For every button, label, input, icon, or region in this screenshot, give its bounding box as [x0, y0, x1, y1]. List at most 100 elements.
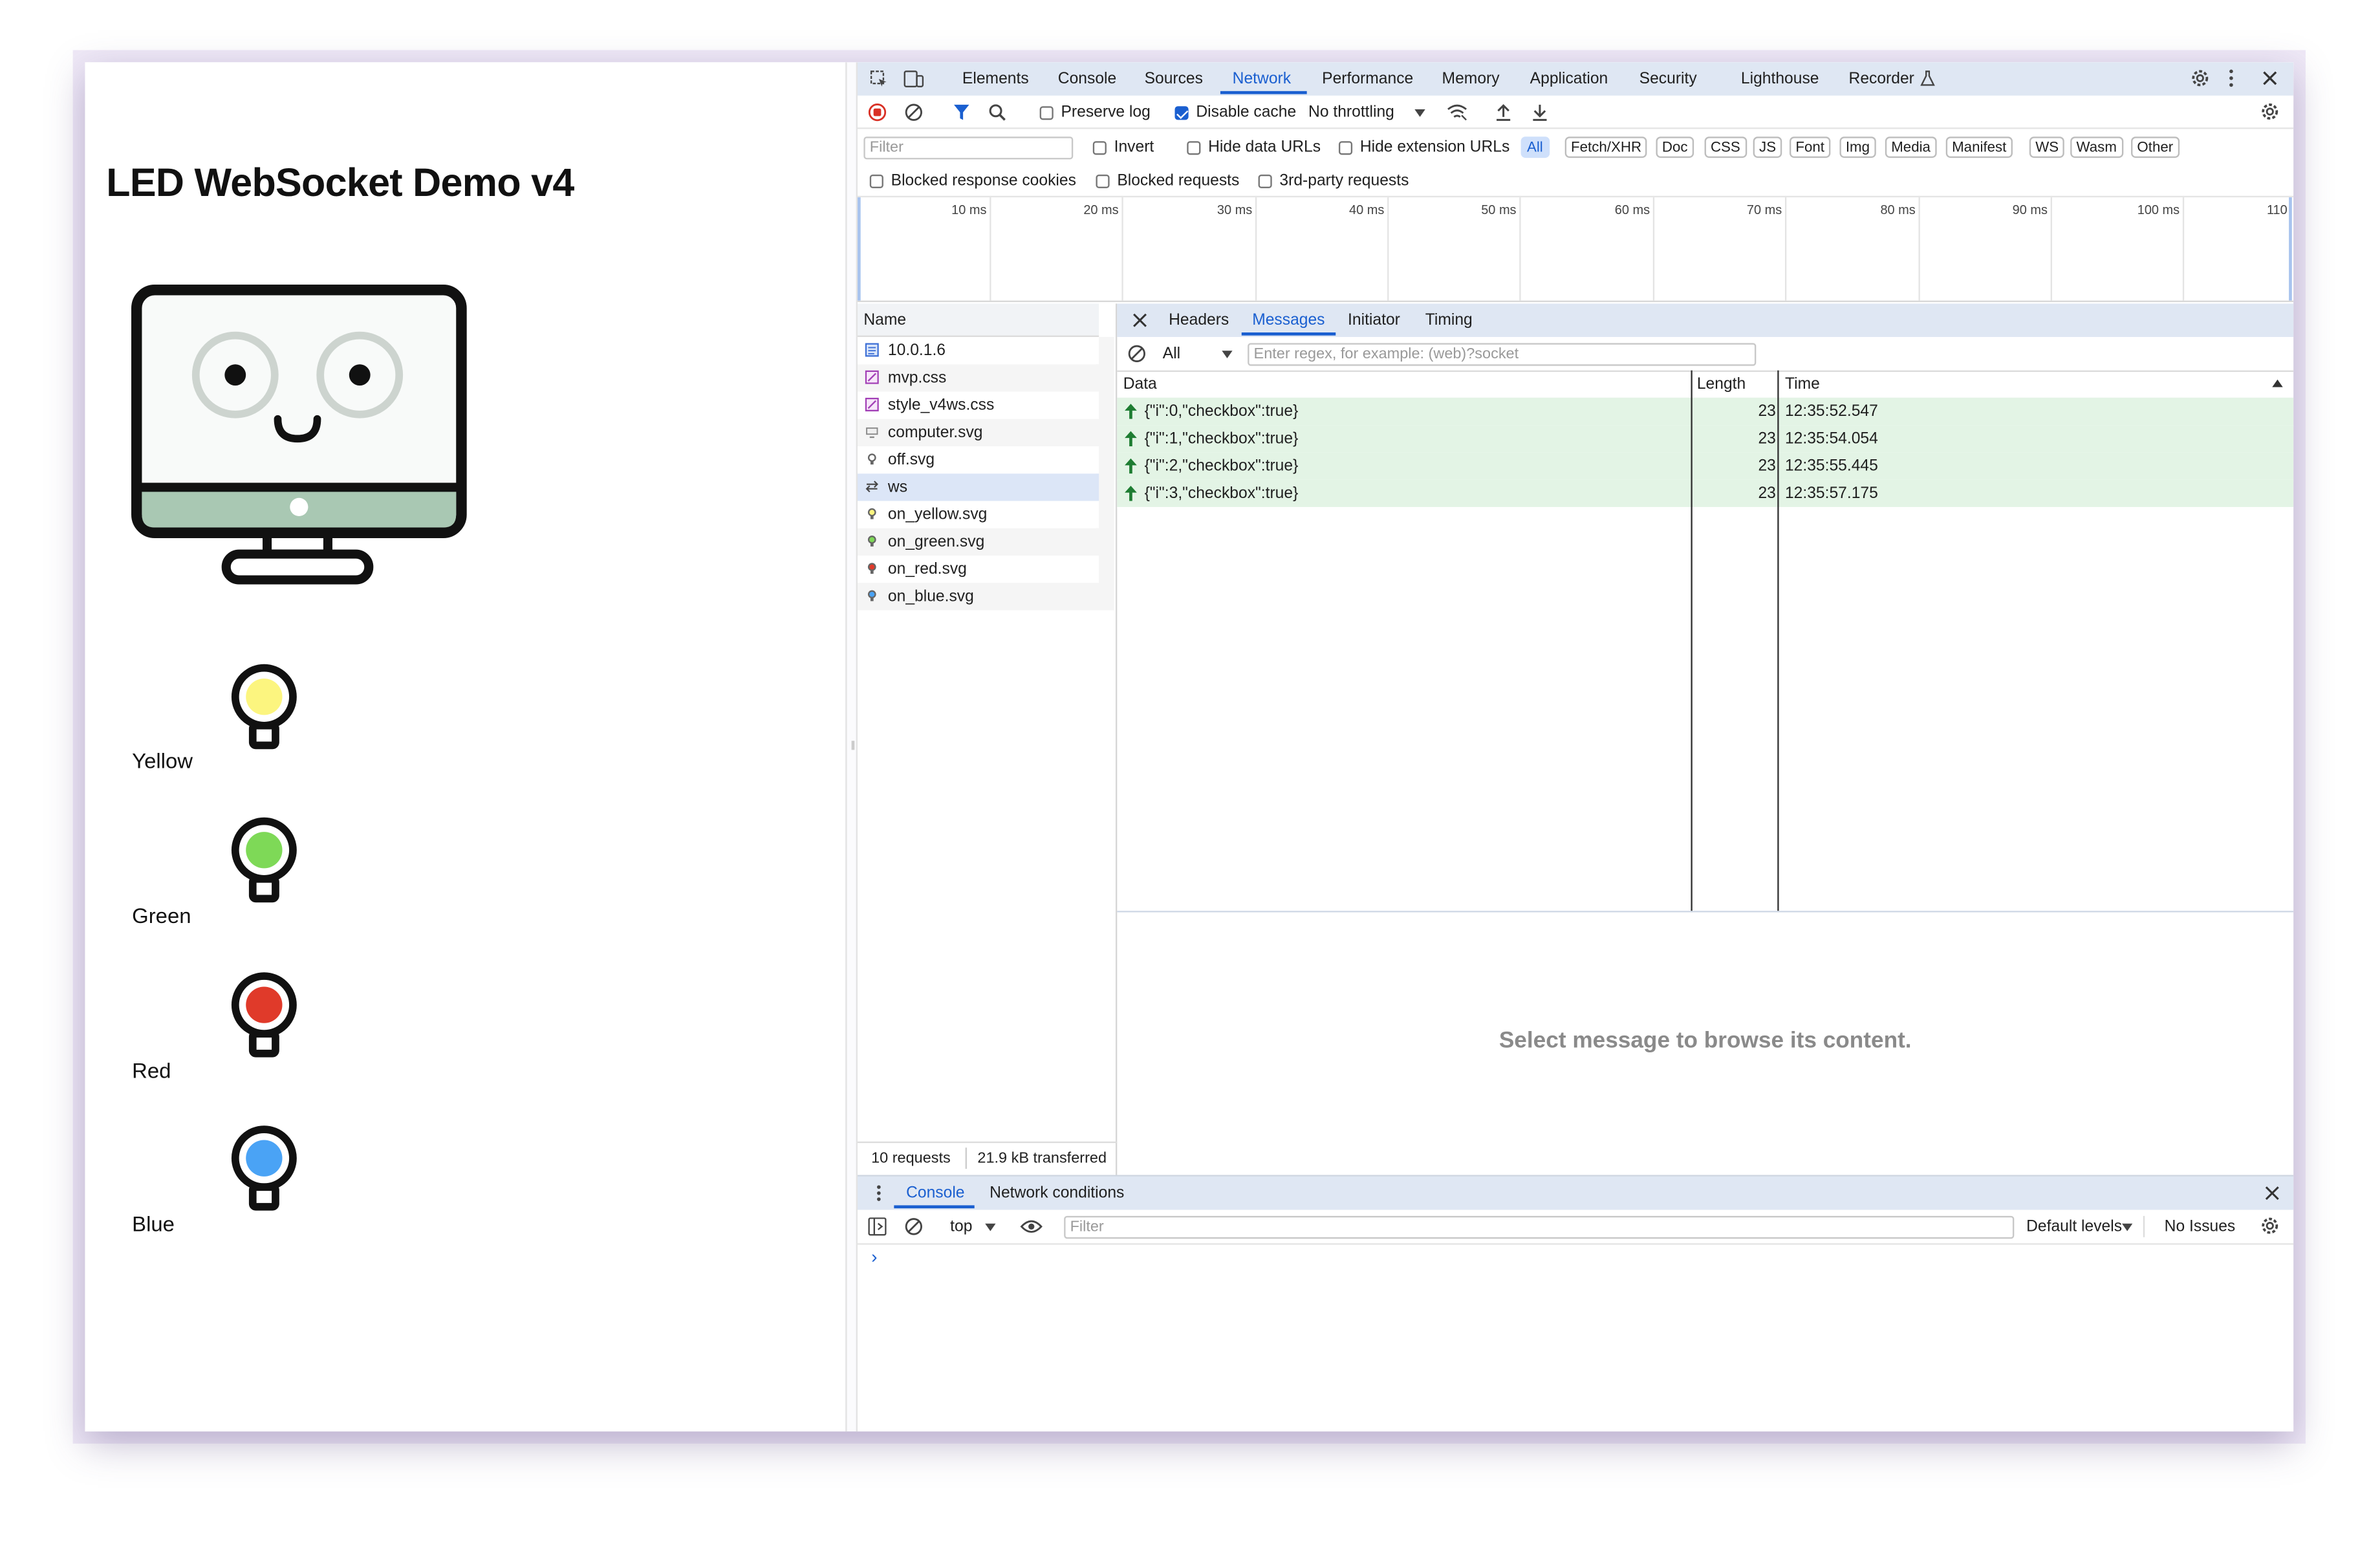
type-filter-img[interactable]: Img: [1839, 136, 1876, 158]
length-column-header[interactable]: Length: [1697, 375, 1746, 393]
clear-icon[interactable]: [905, 103, 923, 122]
devtools-splitter[interactable]: [845, 62, 858, 1432]
close-devtools-icon[interactable]: [2262, 70, 2278, 87]
console-prompt[interactable]: ›: [871, 1246, 877, 1268]
tab-security[interactable]: Security: [1639, 70, 1697, 88]
request-row-selected[interactable]: ws: [857, 473, 1099, 501]
blocked-cookies-checkbox[interactable]: [869, 174, 883, 189]
message-row[interactable]: {"i":2,"checkbox":true} 23 12:35:55.445: [1117, 452, 2294, 481]
type-filter-js[interactable]: JS: [1753, 136, 1782, 158]
request-row[interactable]: computer.svg: [857, 418, 1099, 446]
type-filter-wasm[interactable]: Wasm: [2070, 136, 2123, 158]
settings-gear-icon[interactable]: [2191, 69, 2211, 89]
tab-network[interactable]: Network: [1233, 70, 1291, 88]
request-name: off.svg: [887, 451, 935, 470]
tab-recorder[interactable]: Recorder: [1849, 70, 1914, 88]
chevron-down-icon[interactable]: [985, 1223, 996, 1232]
network-settings-gear-icon[interactable]: [2260, 102, 2280, 122]
console-filter-input[interactable]: Filter: [1064, 1215, 2015, 1239]
request-row[interactable]: mvp.css: [857, 364, 1099, 392]
type-filter-media[interactable]: Media: [1885, 136, 1937, 158]
browser-window: LED WebSocket Demo v4 Yellow Green Red B…: [85, 62, 2294, 1432]
column-resizer[interactable]: [1777, 370, 1779, 911]
record-stop-icon[interactable]: [868, 103, 887, 122]
message-type-filter[interactable]: All: [1163, 345, 1180, 363]
message-row[interactable]: {"i":1,"checkbox":true} 23 12:35:54.054: [1117, 425, 2294, 454]
requests-header: Name: [857, 303, 1099, 338]
console-settings-gear-icon[interactable]: [2260, 1216, 2280, 1236]
sidebar-toggle-icon[interactable]: [868, 1217, 887, 1236]
tab-sources[interactable]: Sources: [1145, 70, 1203, 88]
name-column-header[interactable]: Name: [863, 311, 906, 329]
clear-messages-icon[interactable]: [1128, 345, 1146, 363]
type-filter-fetch-xhr[interactable]: Fetch/XHR: [1564, 136, 1648, 158]
tab-performance[interactable]: Performance: [1322, 70, 1413, 88]
request-name: ws: [887, 478, 908, 497]
issues-counter[interactable]: No Issues: [2165, 1217, 2236, 1235]
search-icon[interactable]: [988, 103, 1006, 122]
invert-checkbox[interactable]: [1092, 141, 1107, 155]
hide-extension-urls-checkbox[interactable]: [1338, 141, 1353, 155]
request-row[interactable]: on_blue.svg: [857, 583, 1099, 611]
context-select[interactable]: top: [950, 1217, 972, 1235]
message-row[interactable]: {"i":0,"checkbox":true} 23 12:35:52.547: [1117, 397, 2294, 427]
upload-icon[interactable]: [1495, 103, 1512, 122]
tab-lighthouse[interactable]: Lighthouse: [1741, 70, 1819, 88]
request-row[interactable]: on_green.svg: [857, 528, 1099, 556]
drawer-menu-icon[interactable]: [876, 1184, 882, 1202]
clear-console-icon[interactable]: [905, 1217, 923, 1235]
messages-toolbar: All Enter regex, for example: (web)?sock…: [1117, 337, 2294, 372]
column-resizer[interactable]: [1691, 370, 1693, 911]
messages-table: Data Length Time {"i":0,"checkbox":true}…: [1117, 370, 2294, 913]
third-party-checkbox[interactable]: [1258, 174, 1272, 189]
type-filter-all[interactable]: All: [1520, 136, 1550, 158]
request-row[interactable]: style_v4ws.css: [857, 391, 1099, 419]
tab-headers[interactable]: Headers: [1169, 311, 1229, 329]
log-levels-select[interactable]: Default levels: [2026, 1217, 2122, 1235]
filter-funnel-icon[interactable]: [953, 103, 970, 122]
close-drawer-icon[interactable]: [2265, 1186, 2280, 1200]
request-row[interactable]: on_red.svg: [857, 555, 1099, 583]
type-filter-manifest[interactable]: Manifest: [1945, 136, 2013, 158]
tab-application[interactable]: Application: [1530, 70, 1608, 88]
tab-console[interactable]: Console: [1058, 70, 1116, 88]
time-column-header[interactable]: Time: [1785, 375, 1820, 393]
chevron-down-icon[interactable]: [1414, 109, 1425, 117]
network-overview-timeline[interactable]: 10 ms 20 ms 30 ms 40 ms 50 ms 60 ms 70 m…: [857, 197, 2294, 303]
type-filter-ws[interactable]: WS: [2029, 136, 2065, 158]
tab-elements[interactable]: Elements: [962, 70, 1029, 88]
type-filter-other[interactable]: Other: [2131, 136, 2180, 158]
throttling-select[interactable]: No throttling: [1308, 103, 1394, 122]
close-detail-icon[interactable]: [1132, 312, 1147, 327]
hide-data-urls-checkbox[interactable]: [1187, 141, 1201, 155]
message-regex-input[interactable]: Enter regex, for example: (web)?socket: [1248, 343, 1757, 366]
bulb-file-icon: [867, 453, 876, 465]
chevron-down-icon[interactable]: [1222, 351, 1233, 358]
disable-cache-checkbox[interactable]: [1174, 106, 1189, 120]
preserve-log-checkbox[interactable]: [1039, 106, 1054, 120]
drawer-tab-network-conditions[interactable]: Network conditions: [990, 1184, 1124, 1202]
network-conditions-icon[interactable]: [1447, 103, 1468, 122]
data-column-header[interactable]: Data: [1123, 375, 1157, 393]
live-expression-eye-icon[interactable]: [1020, 1219, 1043, 1234]
tab-initiator[interactable]: Initiator: [1348, 311, 1400, 329]
tab-timing[interactable]: Timing: [1425, 311, 1473, 329]
message-row[interactable]: {"i":3,"checkbox":true} 23 12:35:57.175: [1117, 479, 2294, 509]
request-row[interactable]: on_yellow.svg: [857, 501, 1099, 528]
blocked-requests-checkbox[interactable]: [1096, 174, 1110, 189]
request-row[interactable]: 10.0.1.6: [857, 337, 1099, 365]
drawer-tab-console[interactable]: Console: [906, 1184, 964, 1202]
inspect-element-icon[interactable]: [870, 70, 888, 88]
tab-memory[interactable]: Memory: [1442, 70, 1500, 88]
chevron-down-icon[interactable]: [2121, 1223, 2133, 1232]
request-row[interactable]: off.svg: [857, 446, 1099, 474]
sort-ascending-icon[interactable]: [2272, 379, 2283, 387]
tab-messages[interactable]: Messages: [1252, 311, 1325, 329]
type-filter-doc[interactable]: Doc: [1656, 136, 1694, 158]
device-toolbar-icon[interactable]: [903, 70, 924, 88]
type-filter-css[interactable]: CSS: [1704, 136, 1747, 158]
more-options-icon[interactable]: [2228, 69, 2234, 89]
network-filter-input[interactable]: Filter: [863, 136, 1074, 160]
download-icon[interactable]: [1531, 103, 1548, 122]
type-filter-font[interactable]: Font: [1789, 136, 1831, 158]
